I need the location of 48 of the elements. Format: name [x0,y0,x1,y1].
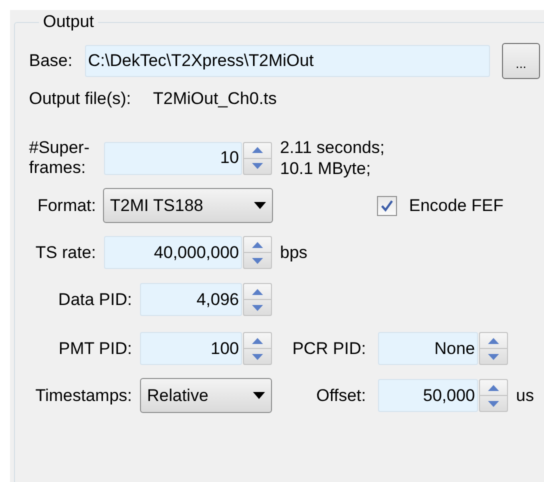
dropdown-arrow-icon [254,202,266,209]
browse-button[interactable]: ... [502,43,540,79]
number-field[interactable]: 4,096 [140,283,242,316]
spin-buttons[interactable] [243,142,272,174]
checkbox[interactable] [377,196,397,216]
number-field[interactable]: 100 [140,332,242,365]
spin-buttons[interactable] [243,283,272,316]
field-label: PCR PID: [291,338,366,360]
field-label: #Super-frames: [29,138,90,178]
group-title: Output [42,12,96,32]
down-arrow-icon [252,258,263,264]
dropdown-arrow-icon [253,392,265,399]
output-file-name: T2MiOut_Ch0.ts [153,88,277,110]
spin-buttons[interactable] [479,379,508,412]
up-arrow-icon [252,147,263,153]
number-field[interactable]: None [378,332,478,365]
dropdown[interactable]: Relative [140,378,272,413]
up-arrow-icon [252,242,263,248]
field-label: Offset: [315,384,366,407]
checkbox-label: Encode FEF [409,194,504,217]
up-arrow-icon [252,288,263,294]
up-arrow-icon [488,384,499,390]
down-arrow-icon [488,400,499,406]
duration-size-info: 2.11 seconds; 10.1 MByte; [280,137,385,179]
down-arrow-icon [488,354,499,360]
down-arrow-icon [252,163,263,169]
spin-buttons[interactable] [479,332,508,365]
unit-label: bps [280,242,308,264]
up-arrow-icon [252,338,263,344]
number-field[interactable]: 50,000 [378,379,478,412]
field-label: PMT PID: [58,338,132,360]
path-field[interactable]: C:\DekTec\T2Xpress\T2MiOut [85,45,490,77]
number-field[interactable]: 10 [104,142,242,174]
number-field[interactable]: 40,000,000 [104,236,242,269]
unit-label: us [516,384,534,407]
field-label: Base: [29,50,74,72]
field-label: Format: [36,194,96,217]
field-label: Output file(s): [29,88,132,110]
dropdown[interactable]: T2MI TS188 [103,188,273,223]
up-arrow-icon [488,338,499,344]
field-label: Data PID: [57,288,132,311]
spin-buttons[interactable] [243,332,272,365]
check-icon [381,200,393,212]
spin-buttons[interactable] [243,236,272,269]
down-arrow-icon [252,304,263,310]
field-label: Timestamps: [34,384,132,407]
field-label: TS rate: [34,242,96,264]
down-arrow-icon [252,354,263,360]
